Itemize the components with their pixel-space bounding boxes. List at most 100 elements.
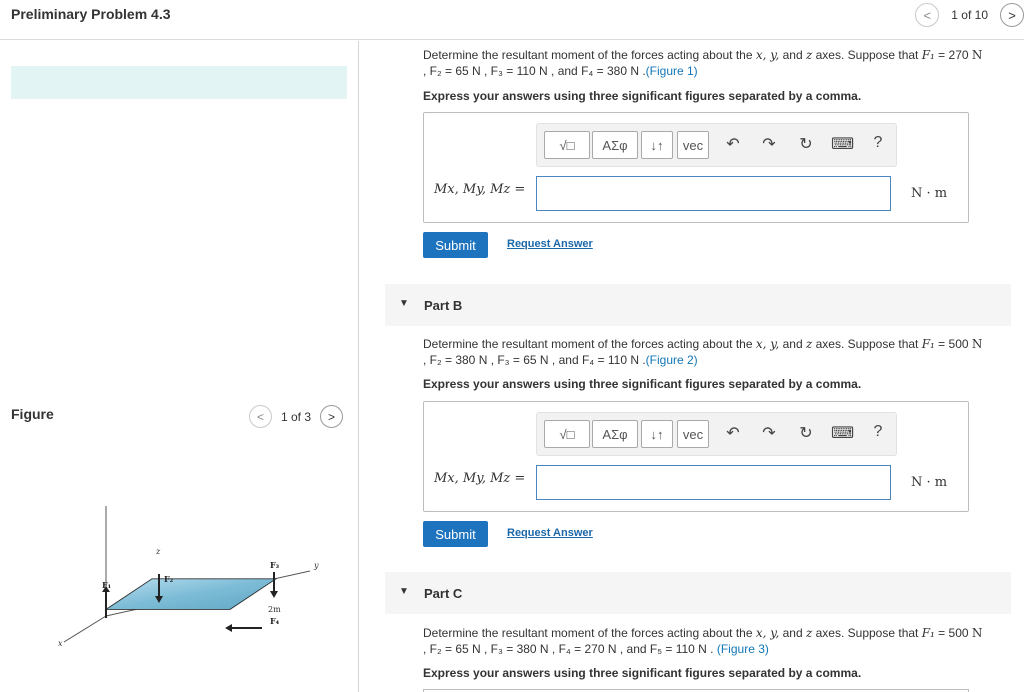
left-panel: Figure < 1 of 3 > z y x F₁ F₂ F₃ F₄ 2m xyxy=(0,41,359,692)
part-b-answer-input[interactable] xyxy=(536,465,891,500)
undo-icon[interactable]: ↶ xyxy=(722,134,744,154)
vec-button[interactable]: vec xyxy=(677,420,709,448)
page-title: Preliminary Problem 4.3 xyxy=(11,6,171,22)
chevron-right-icon: > xyxy=(328,409,336,424)
greek-icon: ΑΣφ xyxy=(602,426,628,442)
part-a-vars: x, y, xyxy=(755,48,780,62)
part-a-answer-input[interactable] xyxy=(536,176,891,211)
part-a-and: and xyxy=(779,48,806,62)
y-axis-label: y xyxy=(313,561,319,570)
arrows-button[interactable]: ↓↑ xyxy=(641,131,673,159)
reset-icon[interactable]: ↻ xyxy=(795,423,817,443)
prev-figure-button[interactable]: < xyxy=(249,405,272,428)
part-a-line2: , F₂ = 65 N , F₃ = 110 N , and F₄ = 380 … xyxy=(423,64,646,78)
redo-icon[interactable]: ↷ xyxy=(758,423,780,443)
part-b-instruction: Express your answers using three signifi… xyxy=(423,377,862,391)
keyboard-icon[interactable]: ⌨ xyxy=(831,134,854,154)
sqrt-template-button[interactable]: √□ xyxy=(544,420,590,448)
part-c-question-mid: axes. Suppose that xyxy=(812,626,922,640)
chevron-left-icon: < xyxy=(256,409,264,424)
part-b-and: and xyxy=(779,337,806,351)
part-c-f1: F₁ xyxy=(921,626,935,640)
part-a-equation-label: Mx, My, Mz = xyxy=(434,182,526,197)
sqrt-template-button[interactable]: √□ xyxy=(544,131,590,159)
part-c-question-text: Determine the resultant moment of the fo… xyxy=(423,626,756,640)
part-a-submit-button[interactable]: Submit xyxy=(423,232,488,258)
figure-diagram[interactable]: z y x F₁ F₂ F₃ F₄ 2m 3 m xyxy=(50,496,330,646)
reset-icon[interactable]: ↻ xyxy=(795,134,817,154)
figure-page-indicator: 1 of 3 xyxy=(281,409,312,424)
highlight-bar xyxy=(11,66,347,99)
part-a-question-text: Determine the resultant moment of the fo… xyxy=(423,48,756,62)
part-a-request-answer-link[interactable]: Request Answer xyxy=(507,238,593,250)
next-figure-button[interactable]: > xyxy=(320,405,344,428)
f3-label: F₃ xyxy=(270,560,280,570)
part-a-math-toolbar: √□ ΑΣφ ↓↑ vec ↶ ↷ ↻ ⌨ ? xyxy=(536,123,897,167)
figure-2-link[interactable]: (Figure 2) xyxy=(646,353,698,367)
collapse-arrow-icon: ▼ xyxy=(399,586,409,597)
part-b-title: Part B xyxy=(424,298,463,313)
part-b-unit: N · m xyxy=(911,475,948,490)
part-a-question-mid: axes. Suppose that xyxy=(812,48,922,62)
part-c-title: Part C xyxy=(424,586,463,601)
plate xyxy=(104,578,278,610)
part-b-request-answer-link[interactable]: Request Answer xyxy=(507,527,593,539)
f1-label: F₁ xyxy=(102,580,111,590)
part-a-unit: N · m xyxy=(911,186,948,201)
part-b-math-toolbar: √□ ΑΣφ ↓↑ vec ↶ ↷ ↻ ⌨ ? xyxy=(536,412,897,456)
arrows-button[interactable]: ↓↑ xyxy=(641,420,673,448)
f2-label: F₂ xyxy=(164,574,174,584)
part-c-vars: x, y, xyxy=(755,626,780,640)
part-a-question: Determine the resultant moment of the fo… xyxy=(423,47,1013,79)
part-b-question-text: Determine the resultant moment of the fo… xyxy=(423,337,756,351)
figure-1-link[interactable]: (Figure 1) xyxy=(646,64,698,78)
part-c-line2: , F₂ = 65 N , F₃ = 380 N , F₄ = 270 N , … xyxy=(423,642,717,656)
part-c-instruction: Express your answers using three signifi… xyxy=(423,666,862,680)
part-a-f1: F₁ xyxy=(921,48,935,62)
dim-3m-label: 3 m xyxy=(140,645,156,646)
collapse-arrow-icon: ▼ xyxy=(399,298,409,309)
sqrt-icon: √□ xyxy=(559,137,575,153)
sqrt-icon: √□ xyxy=(559,426,575,442)
part-b-header[interactable]: ▼ Part B xyxy=(385,284,1011,326)
help-icon[interactable]: ? xyxy=(867,134,889,152)
undo-icon[interactable]: ↶ xyxy=(722,423,744,443)
part-b-submit-button[interactable]: Submit xyxy=(423,521,488,547)
part-c-question: Determine the resultant moment of the fo… xyxy=(423,625,1013,657)
part-b-vars: x, y, xyxy=(755,337,780,351)
part-b-f1-val: = 500 xyxy=(934,337,972,351)
part-c-unit-n: N xyxy=(971,626,983,640)
f4-arrowhead xyxy=(225,624,232,632)
part-a-instruction: Express your answers using three signifi… xyxy=(423,89,862,103)
part-a-f1-val: = 270 xyxy=(934,48,972,62)
dim-2m-label: 2m xyxy=(268,605,281,614)
prev-problem-button[interactable]: < xyxy=(915,3,940,27)
next-problem-button[interactable]: > xyxy=(1000,3,1024,27)
part-c-f1-val: = 500 xyxy=(934,626,972,640)
greek-symbols-button[interactable]: ΑΣφ xyxy=(592,420,638,448)
part-b-f1: F₁ xyxy=(921,337,935,351)
part-b-question: Determine the resultant moment of the fo… xyxy=(423,336,1013,368)
arrows-icon: ↓↑ xyxy=(650,137,664,153)
part-c-header[interactable]: ▼ Part C xyxy=(385,572,1011,614)
f4-label: F₄ xyxy=(270,616,280,626)
x-axis-line xyxy=(63,615,107,643)
redo-icon[interactable]: ↷ xyxy=(758,134,780,154)
x-axis-label: x xyxy=(58,639,63,646)
problem-pager: < 1 of 10 > xyxy=(915,3,1024,27)
figure-3-link[interactable]: (Figure 3) xyxy=(717,642,769,656)
part-c-and: and xyxy=(779,626,806,640)
help-icon[interactable]: ? xyxy=(867,423,889,441)
vec-button[interactable]: vec xyxy=(677,131,709,159)
figure-pager: < 1 of 3 > xyxy=(249,405,344,428)
vec-icon: vec xyxy=(682,137,704,153)
f3-arrowhead xyxy=(270,591,278,598)
problem-page-indicator: 1 of 10 xyxy=(951,8,988,22)
greek-symbols-button[interactable]: ΑΣφ xyxy=(592,131,638,159)
arrows-icon: ↓↑ xyxy=(650,426,664,442)
part-b-answer-box: √□ ΑΣφ ↓↑ vec ↶ ↷ ↻ ⌨ ? Mx, My, Mz = N ·… xyxy=(423,401,969,512)
figure-heading: Figure xyxy=(11,406,54,422)
header-bar: Preliminary Problem 4.3 < 1 of 10 > xyxy=(0,0,1024,40)
part-b-unit-n: N xyxy=(971,337,983,351)
keyboard-icon[interactable]: ⌨ xyxy=(831,423,854,443)
